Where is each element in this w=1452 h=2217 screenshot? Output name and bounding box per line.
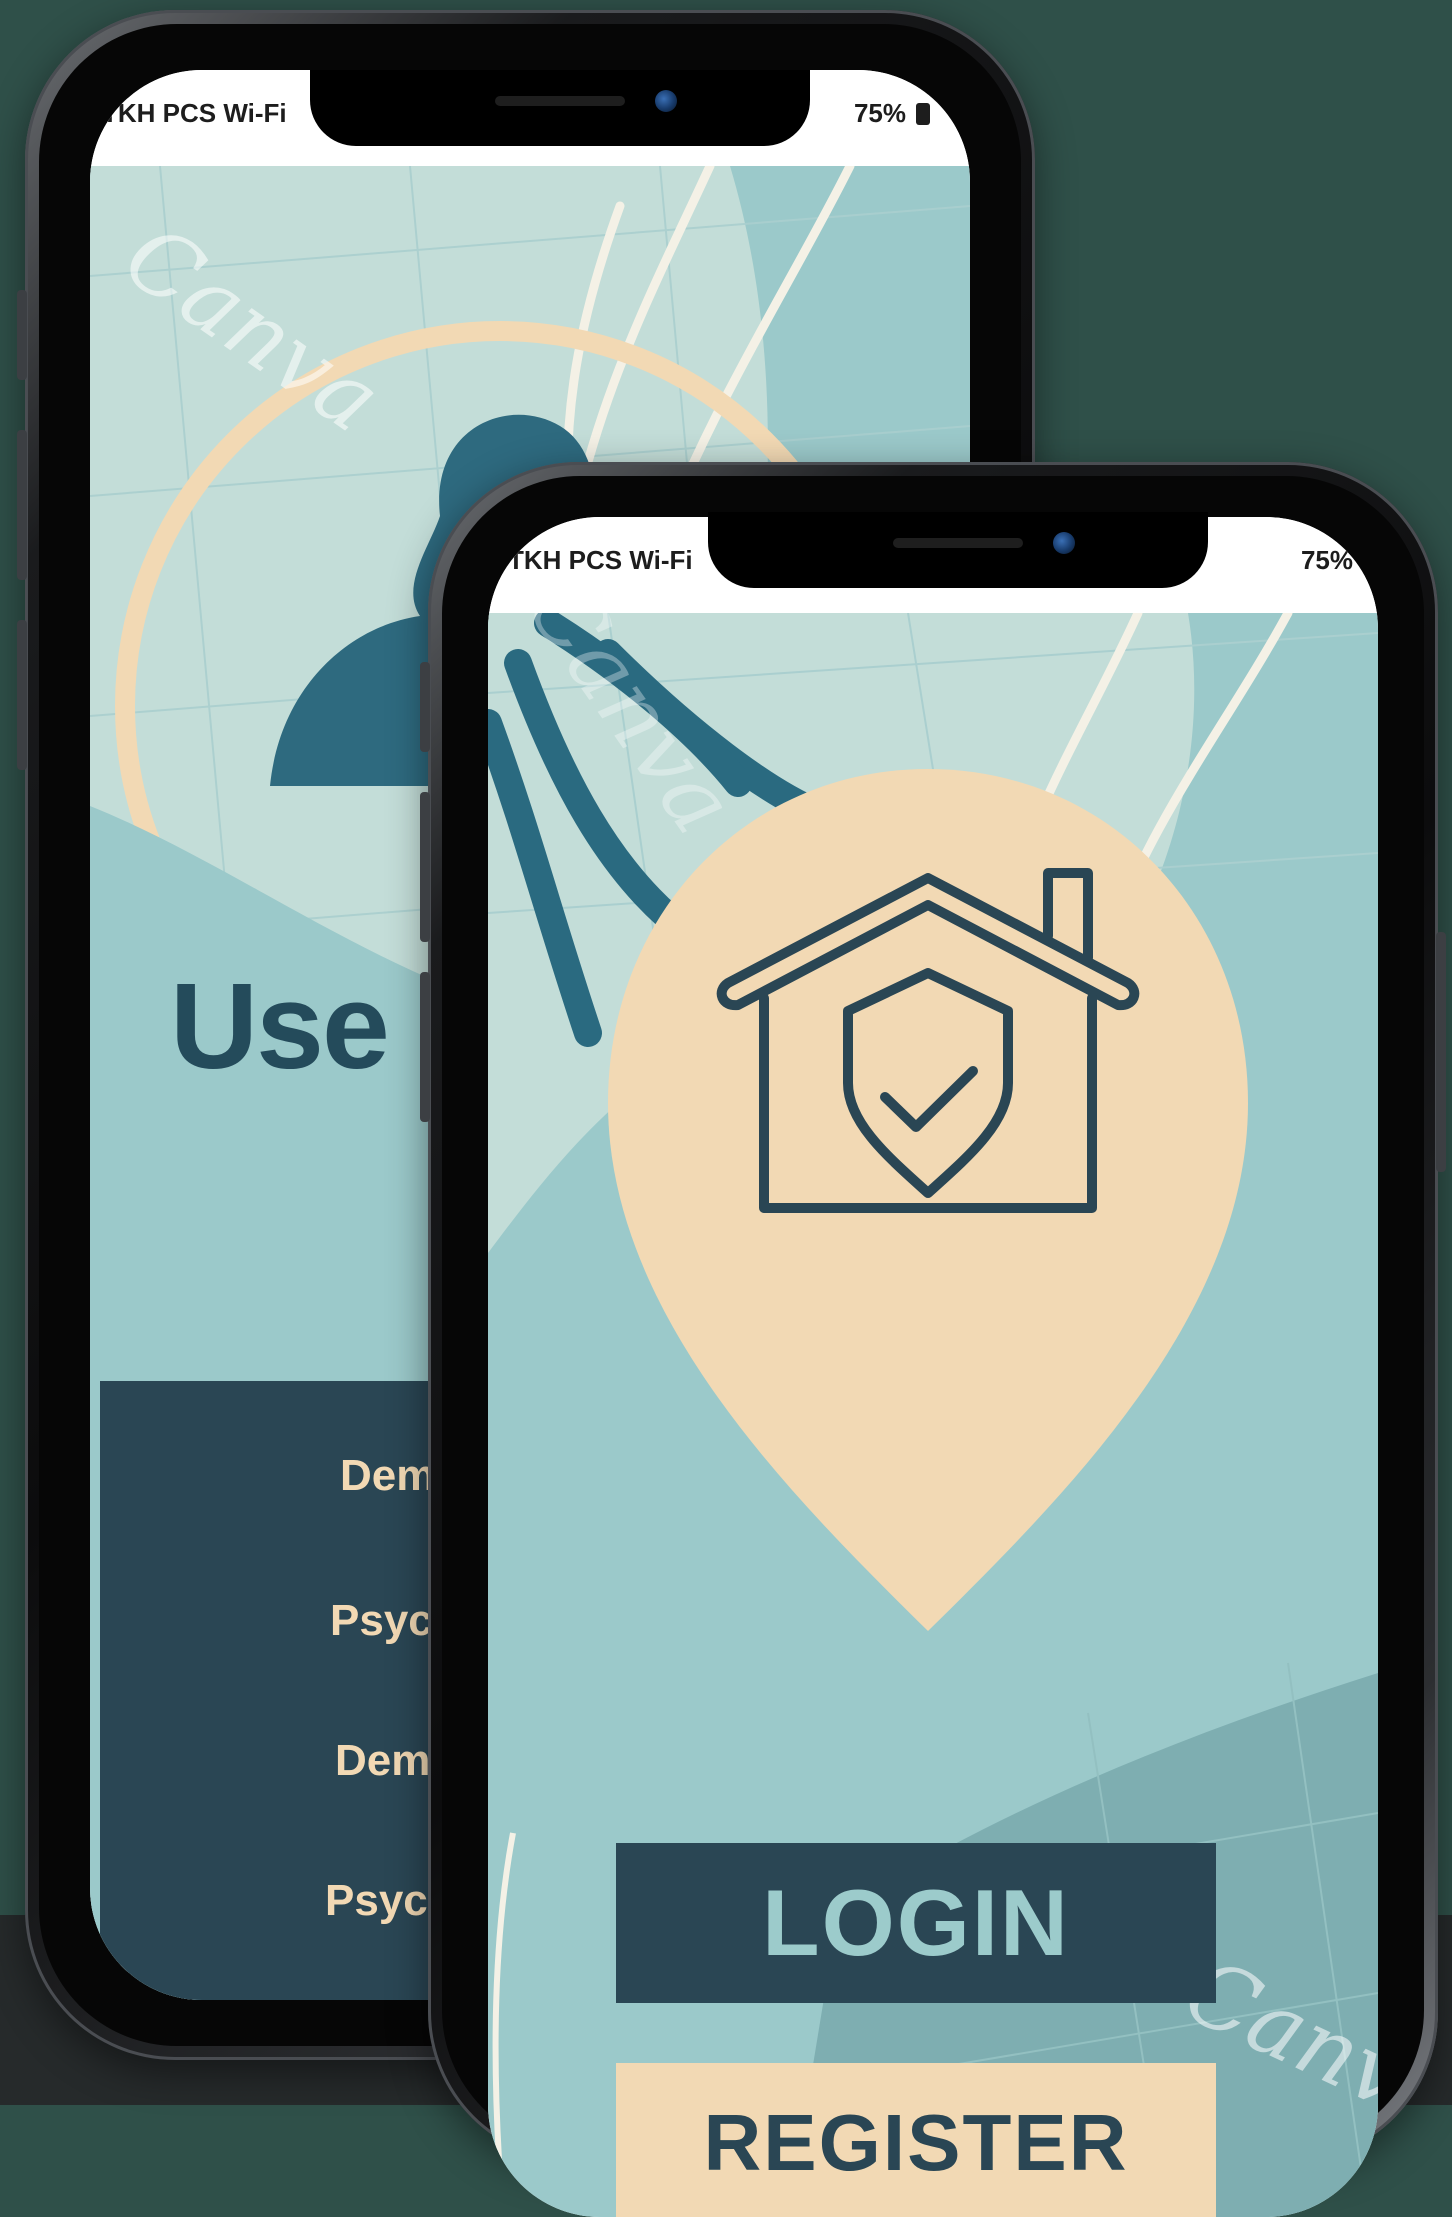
- phone-back-volume-up: [17, 430, 27, 580]
- phone-front-side-button: [420, 662, 430, 752]
- status-battery-label: 75%: [1300, 545, 1353, 575]
- phone-back-volume-down: [17, 620, 27, 770]
- status-battery: 75%: [1301, 545, 1353, 576]
- battery-icon: [916, 103, 930, 125]
- phone-front-camera: [1053, 532, 1075, 554]
- phone-front-volume-up: [420, 792, 430, 942]
- menu-item-3[interactable]: Dem: [335, 1736, 430, 1786]
- status-battery-label: 75%: [853, 98, 906, 128]
- status-battery: 75%: [854, 98, 930, 129]
- phone-back-notch: [310, 70, 810, 146]
- login-button[interactable]: LOGIN: [616, 1843, 1216, 2003]
- page-title: Use: [170, 958, 390, 1094]
- white-accent-line: [492, 1832, 516, 2217]
- phone-front-screen: TKH PCS Wi-Fi 75% Canva Canva LOGIN REGI…: [488, 517, 1378, 2217]
- phone-back-speaker: [495, 96, 625, 106]
- phone-back-camera: [655, 90, 677, 112]
- location-pin-shape: [608, 769, 1248, 1631]
- phone-front-notch: [708, 512, 1208, 588]
- phone-front-volume-down: [420, 972, 430, 1122]
- menu-item-1[interactable]: Dem: [340, 1451, 435, 1501]
- menu-item-2[interactable]: Psyc: [330, 1596, 433, 1646]
- phone-front: TKH PCS Wi-Fi 75% Canva Canva LOGIN REGI…: [420, 462, 1446, 2217]
- register-button[interactable]: REGISTER: [616, 2063, 1216, 2217]
- phone-back-side-button: [17, 290, 27, 380]
- phone-front-power-button: [1436, 932, 1446, 1172]
- phone-front-app-content: Canva Canva LOGIN REGISTER: [488, 613, 1378, 2217]
- status-carrier: TKH PCS Wi-Fi: [102, 98, 287, 128]
- status-carrier: TKH PCS Wi-Fi: [508, 545, 693, 575]
- phone-front-speaker: [893, 538, 1023, 548]
